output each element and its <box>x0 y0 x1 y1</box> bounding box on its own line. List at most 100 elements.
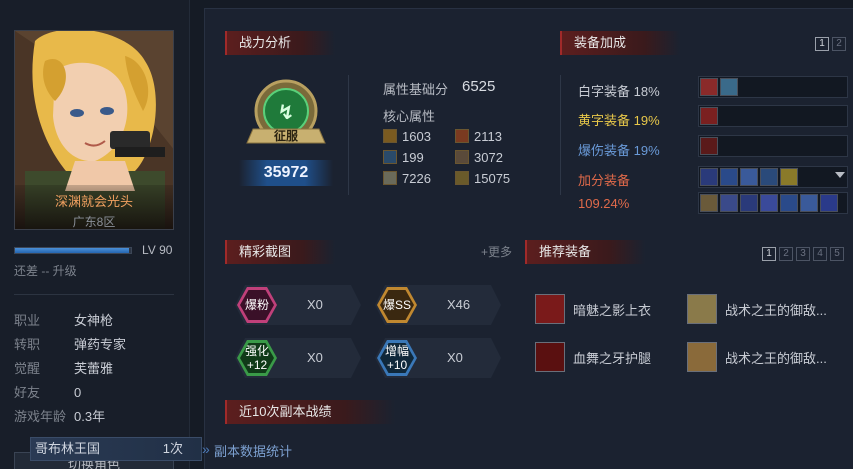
yellow-equip-slots <box>698 105 848 127</box>
page-button[interactable]: 4 <box>813 247 827 261</box>
info-key: 好友 <box>14 385 41 400</box>
bonus-equip-label: 加分装备 <box>578 173 631 188</box>
stat-intelligence: 2113 <box>455 129 502 144</box>
recommend-item[interactable]: 战术之王的御敌... <box>687 293 827 325</box>
physical-attack-icon <box>383 150 397 164</box>
equipment-icon[interactable] <box>720 78 738 96</box>
yellow-equip-label: 黄字装备 19% <box>578 113 660 128</box>
rank-emblem-icon: ↯ <box>246 79 326 144</box>
recommend-pager: 1 2 3 4 5 <box>762 247 844 261</box>
level-progress-bar <box>14 247 132 254</box>
badge-count: X46 <box>447 297 471 312</box>
divider <box>14 294 174 295</box>
dungeon-count: 1次 <box>162 441 183 456</box>
badge-line1: 增幅 <box>384 344 409 358</box>
equipment-icon[interactable] <box>700 78 718 96</box>
info-row-awakening: 觉醒 芙蕾雅 <box>14 358 184 382</box>
main-panel: 战力分析 ↯ 征服 35972 属性基础分 6525 核心属性 1603 211… <box>204 8 853 469</box>
info-row-advancement: 转职 弹药专家 <box>14 334 184 358</box>
ss-drop-icon: 爆SS <box>377 287 417 323</box>
element-icon <box>455 171 469 185</box>
base-score-label: 属性基础分 <box>383 82 449 97</box>
page-button[interactable]: 3 <box>796 247 810 261</box>
stat-value: 15075 <box>474 171 511 186</box>
amplify-icon: 增幅 +10 <box>377 340 417 376</box>
info-key: 觉醒 <box>14 361 41 376</box>
equipment-icon[interactable] <box>760 194 778 212</box>
stat-physical-attack: 199 <box>383 150 424 165</box>
badge-reinforce: 强化 +12 X0 <box>235 338 361 378</box>
equipment-icon[interactable] <box>720 194 738 212</box>
recommend-item-name: 战术之王的御敌... <box>725 302 827 318</box>
reinforce-icon: 强化 +12 <box>237 340 277 376</box>
armor-icon <box>687 294 717 324</box>
rank-label: 征服 <box>273 129 298 143</box>
dungeon-row[interactable]: 哥布林王国 1次 <box>30 437 202 461</box>
badge-label: 爆粉 <box>244 298 269 312</box>
white-equip-slots <box>698 76 848 98</box>
bonus-equip-slots-row1 <box>698 166 848 188</box>
pink-drop-icon: 爆粉 <box>237 287 277 323</box>
badge-ss-drop: 爆SS X46 <box>375 285 501 325</box>
recommend-item[interactable]: 暗魅之影上衣 <box>535 293 651 325</box>
badge-label: 爆SS <box>382 298 411 312</box>
more-link[interactable]: +更多 <box>481 243 512 260</box>
info-value: 0 <box>74 385 82 400</box>
pants-icon <box>535 342 565 372</box>
combat-score: 35972 <box>239 160 333 186</box>
base-score-value: 6525 <box>462 78 496 95</box>
page-button[interactable]: 1 <box>815 37 829 51</box>
recommend-item-name: 血舞之牙护腿 <box>573 350 652 366</box>
svg-text:↯: ↯ <box>278 100 295 124</box>
portrait-caption: 深渊就会光头 广东8区 <box>15 185 173 229</box>
magic-attack-icon <box>455 150 469 164</box>
equipment-icon[interactable] <box>780 194 798 212</box>
badge-count: X0 <box>307 350 323 365</box>
recommend-item[interactable]: 战术之王的御敌... <box>687 341 827 373</box>
equipment-icon[interactable] <box>700 168 718 186</box>
dungeon-record-title: 近10次副本战绩 <box>225 400 395 424</box>
level-progress-fill <box>15 248 129 253</box>
dungeon-stats-link[interactable]: 副本数据统计 <box>214 441 292 460</box>
info-row-class: 职业 女神枪 <box>14 310 184 334</box>
equipment-icon[interactable] <box>700 107 718 125</box>
equipment-icon[interactable] <box>700 137 718 155</box>
equipment-icon[interactable] <box>780 168 798 186</box>
info-key: 游戏年龄 <box>14 409 67 424</box>
badge-line2: +12 <box>246 358 268 372</box>
stat-value: 7226 <box>402 171 431 186</box>
page-button[interactable]: 1 <box>762 247 776 261</box>
badge-count: X0 <box>307 297 323 312</box>
equipment-icon[interactable] <box>700 194 718 212</box>
stat-value: 2113 <box>474 129 502 144</box>
crit-equip-slots <box>698 135 848 157</box>
bonus-equip-value: 109.24% <box>578 196 630 211</box>
page-button[interactable]: 2 <box>832 37 846 51</box>
equipment-icon[interactable] <box>720 168 738 186</box>
equipment-icon[interactable] <box>740 194 758 212</box>
page-button[interactable]: 5 <box>830 247 844 261</box>
info-value: 女神枪 <box>74 313 114 328</box>
white-equip-label: 白字装备 18% <box>578 84 660 99</box>
stat-value: 199 <box>402 150 424 165</box>
recommend-item-name: 战术之王的御敌... <box>725 350 827 366</box>
stat-element: 15075 <box>455 171 510 186</box>
equipment-icon[interactable] <box>800 194 818 212</box>
page-button[interactable]: 2 <box>779 247 793 261</box>
recommend-item-name: 暗魅之影上衣 <box>573 302 652 318</box>
recommend-item[interactable]: 血舞之牙护腿 <box>535 341 651 373</box>
equipment-icon[interactable] <box>820 194 838 212</box>
chevron-down-icon[interactable] <box>835 172 845 178</box>
profile-panel: 深渊就会光头 广东8区 LV 90 还差 -- 升级 职业 女神枪 转职 弹药专家 … <box>0 0 190 469</box>
stat-strength: 1603 <box>383 129 431 144</box>
character-name[interactable]: 深渊就会光头 <box>15 185 173 210</box>
core-attr-label: 核心属性 <box>383 109 436 124</box>
badge-count: X0 <box>447 350 463 365</box>
equipment-icon[interactable] <box>740 168 758 186</box>
badge-amplify: 增幅 +10 X0 <box>375 338 501 378</box>
equipment-icon[interactable] <box>760 168 778 186</box>
crit-equip-label: 爆伤装备 19% <box>578 143 660 158</box>
intelligence-icon <box>455 129 469 143</box>
equipment-bonus-title: 装备加成 <box>560 31 680 55</box>
info-value: 芙蕾雅 <box>74 361 114 376</box>
